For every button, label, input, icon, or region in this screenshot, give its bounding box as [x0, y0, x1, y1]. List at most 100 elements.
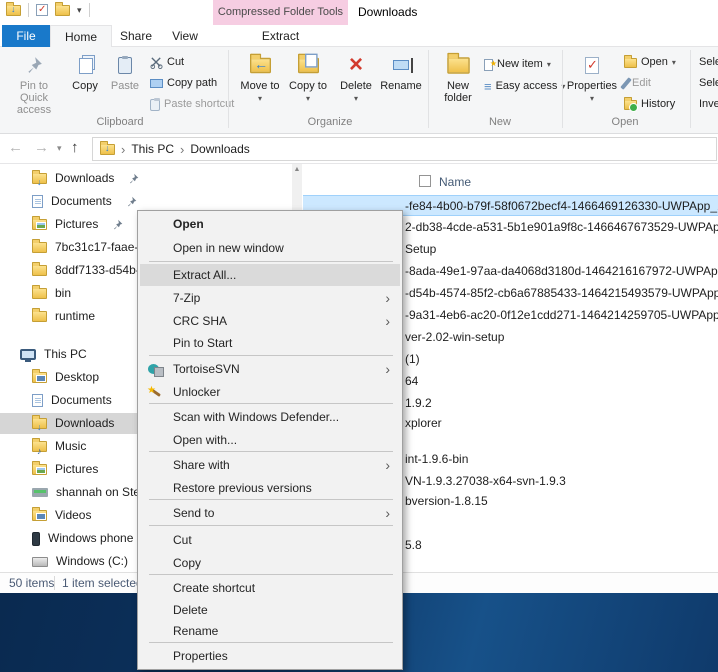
menu-item-extract-all[interactable]: Extract All... [140, 264, 400, 286]
recent-locations-chevron-icon[interactable]: ▾ [57, 143, 62, 154]
scroll-up-icon[interactable]: ▲ [292, 166, 302, 173]
menu-item-properties[interactable]: Properties [140, 645, 400, 667]
menu-separator [149, 261, 393, 262]
delete-x-icon: × [348, 51, 363, 78]
paste-shortcut-button[interactable]: Paste shortcut [150, 95, 234, 114]
up-arrow-icon[interactable]: ↑ [71, 139, 79, 156]
easy-access-button[interactable]: ≡ Easy access ▾ [484, 77, 565, 96]
properties-icon [585, 56, 599, 74]
breadcrumb-downloads[interactable]: Downloads [190, 142, 249, 156]
downloads-folder-icon[interactable] [6, 1, 21, 16]
address-bar: ← → ▾ ↑ › This PC › Downloads [0, 134, 718, 164]
menu-item-create-shortcut[interactable]: Create shortcut [140, 577, 400, 599]
sidebar-item-downloads-pinned[interactable]: Downloads [0, 168, 292, 193]
folder-music-icon [32, 438, 47, 462]
folder-download-icon [32, 170, 47, 193]
clipboard-group-label: Clipboard [96, 116, 144, 128]
context-menu: Open Open in new window Extract All... 7… [137, 210, 403, 670]
menu-item-open[interactable]: Open [140, 213, 400, 235]
history-icon [624, 96, 638, 112]
back-arrow-icon[interactable]: ← [8, 139, 23, 156]
history-button[interactable]: History [624, 95, 675, 114]
pin-icon [114, 219, 123, 230]
menu-item-7-zip[interactable]: 7-Zip › [140, 287, 400, 309]
menu-item-cut[interactable]: Cut [140, 529, 400, 551]
titlebar: ▾ Compressed Folder Tools Downloads [0, 0, 718, 25]
document-icon [32, 394, 43, 407]
dropdown-arrow-icon: ▾ [546, 60, 551, 69]
invert-selection-button[interactable]: Invert selection [695, 95, 718, 114]
copy-path-button[interactable]: Copy path [150, 74, 217, 93]
folder-videos-icon [32, 507, 47, 521]
rename-button[interactable]: Rename [378, 50, 424, 92]
column-header-name[interactable]: Name [303, 172, 718, 192]
quick-access-toolbar: ▾ [6, 1, 90, 17]
menu-item-crc-sha[interactable]: CRC SHA › [140, 310, 400, 332]
folder-icon[interactable] [55, 1, 70, 16]
sidebar-item-documents-pinned[interactable]: Documents [0, 191, 292, 212]
menu-item-open-in-new-window[interactable]: Open in new window [140, 237, 400, 259]
address-field[interactable]: › This PC › Downloads [92, 137, 717, 161]
dropdown-arrow-icon: ▾ [257, 94, 262, 103]
pin-icon [127, 196, 137, 207]
copy-to-button[interactable]: Copy to ▾ [286, 50, 330, 105]
dropdown-arrow-icon: ▾ [589, 94, 594, 103]
scissors-icon [150, 57, 163, 69]
tab-file[interactable]: File [2, 25, 50, 47]
divider [28, 3, 29, 17]
breadcrumb-chevron-icon: › [121, 141, 126, 157]
menu-item-tortoisesvn[interactable]: TortoiseSVN › [140, 358, 400, 380]
tab-view[interactable]: View [162, 25, 208, 47]
properties-checkbox-icon[interactable] [36, 4, 48, 16]
items-count: 50 items [9, 576, 55, 590]
pin-icon [130, 173, 139, 184]
dropdown-arrow-icon: ▾ [305, 94, 310, 103]
menu-item-restore-previous-versions[interactable]: Restore previous versions [140, 477, 400, 499]
rename-icon [393, 58, 413, 73]
window-title: Downloads [358, 5, 418, 19]
divider [88, 3, 90, 17]
forward-arrow-icon[interactable]: → [34, 139, 49, 156]
menu-item-rename[interactable]: Rename [140, 620, 400, 642]
customize-qat-chevron-icon[interactable]: ▾ [77, 5, 82, 16]
drive-icon [32, 556, 48, 567]
menu-item-pin-to-start[interactable]: Pin to Start [140, 332, 400, 354]
menu-separator [149, 355, 393, 356]
menu-item-send-to[interactable]: Send to › [140, 502, 400, 524]
selection-count: 1 item selected [62, 576, 143, 590]
menu-item-delete[interactable]: Delete [140, 599, 400, 621]
easy-access-icon: ≡ [484, 79, 492, 94]
new-item-button[interactable]: New item ▾ [484, 54, 551, 74]
open-button[interactable]: Open ▾ [624, 53, 676, 72]
tab-share[interactable]: Share [112, 25, 160, 47]
move-to-button[interactable]: Move to ▾ [238, 50, 282, 105]
tab-extract[interactable]: Extract [213, 25, 348, 47]
new-folder-button[interactable]: New folder [436, 50, 480, 104]
menu-item-open-with[interactable]: Open with... [140, 429, 400, 451]
menu-item-unlocker[interactable]: Unlocker [140, 380, 400, 403]
menu-item-scan-with-defender[interactable]: Scan with Windows Defender... [140, 406, 400, 428]
breadcrumb-this-pc[interactable]: This PC [131, 142, 174, 156]
select-all-button[interactable]: Select all [695, 53, 718, 72]
cut-button[interactable]: Cut [150, 53, 184, 72]
delete-button[interactable]: × Delete ▾ [336, 50, 376, 105]
edit-button[interactable]: Edit [620, 74, 651, 93]
group-divider [228, 50, 229, 128]
menu-separator [149, 642, 393, 643]
paste-button[interactable]: Paste [106, 50, 144, 92]
pin-to-quick-access-button[interactable]: Pin to Quick access [6, 50, 62, 116]
tortoisesvn-icon [148, 361, 164, 377]
select-none-button[interactable]: Select none [695, 74, 718, 93]
menu-separator [149, 525, 393, 526]
copy-button[interactable]: Copy [66, 50, 104, 92]
tab-home[interactable]: Home [50, 25, 112, 48]
select-all-checkbox[interactable] [419, 175, 431, 187]
folder-desktop-icon [32, 369, 47, 383]
contextual-tab-header: Compressed Folder Tools [213, 0, 348, 25]
organize-group-label: Organize [307, 116, 353, 128]
menu-item-share-with[interactable]: Share with › [140, 454, 400, 476]
properties-button[interactable]: Properties▾ [566, 50, 618, 105]
breadcrumb-chevron-icon: › [180, 141, 185, 157]
copy-icon [79, 55, 95, 74]
menu-item-copy[interactable]: Copy [140, 552, 400, 574]
